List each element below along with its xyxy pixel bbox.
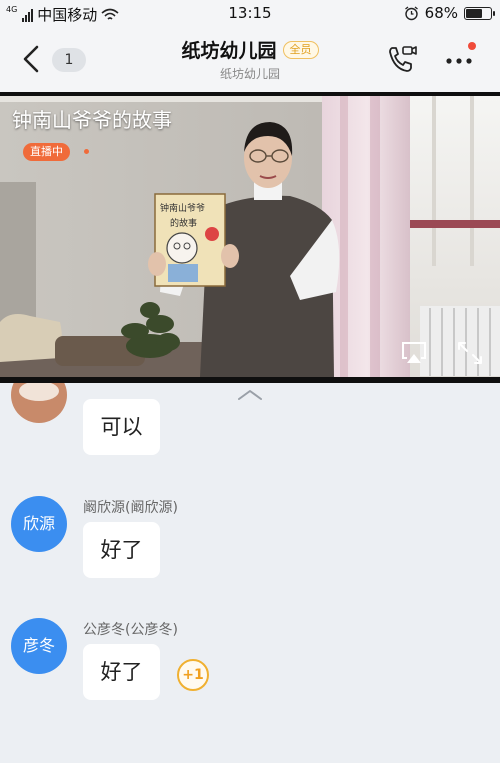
chat-message-list[interactable]: 可以 欣源 阚欣源(阚欣源) 好了 彦冬 公彦冬(公彦冬) 好了 +1 xyxy=(0,383,500,763)
notification-dot xyxy=(468,42,476,50)
avatar-photo xyxy=(19,383,59,401)
battery-fill xyxy=(466,8,482,18)
status-right: 68% xyxy=(404,4,495,22)
sender-name: 阚欣源(阚欣源) xyxy=(83,500,178,516)
message-bubble[interactable]: 好了 xyxy=(83,522,160,578)
plus-one-button[interactable]: +1 xyxy=(177,659,209,691)
alarm-icon xyxy=(404,5,418,20)
battery-icon xyxy=(464,6,495,20)
page-title: 纸坊幼儿园 xyxy=(181,40,277,62)
message-bubble[interactable]: 可以 xyxy=(83,399,160,455)
sender-name: 公彦冬(公彦冬) xyxy=(83,622,178,638)
live-title: 钟南山爷爷的故事 xyxy=(12,108,172,132)
more-dots-icon xyxy=(446,58,472,64)
more-button[interactable] xyxy=(444,42,476,70)
live-status-badge: 直播中 xyxy=(23,143,70,161)
message-bubble[interactable]: 好了 xyxy=(83,644,160,700)
battery-percent: 68% xyxy=(424,4,458,22)
chat-header: 1 纸坊幼儿园 全员 纸坊幼儿园 xyxy=(0,26,500,92)
avatar[interactable]: 欣源 xyxy=(11,496,67,552)
header-title-group[interactable]: 纸坊幼儿园 全员 纸坊幼儿园 xyxy=(0,36,500,82)
member-tag: 全员 xyxy=(282,40,319,59)
video-call-icon[interactable] xyxy=(386,44,418,74)
avatar[interactable]: 彦冬 xyxy=(11,618,67,674)
status-bar: 4G 中国移动 13:15 68% xyxy=(0,0,500,26)
chevron-up-icon[interactable] xyxy=(236,388,264,402)
fullscreen-icon[interactable] xyxy=(456,340,484,366)
live-video-frame: 钟南山爷爷 的故事 xyxy=(0,96,500,377)
book-title-line-1: 钟南山爷爷 xyxy=(160,202,205,214)
avatar[interactable] xyxy=(11,383,67,423)
airplay-icon[interactable] xyxy=(400,340,428,366)
page-subtitle: 纸坊幼儿园 xyxy=(219,67,280,81)
book-title-line-2: 的故事 xyxy=(170,217,197,229)
live-indicator-dot xyxy=(84,149,89,154)
